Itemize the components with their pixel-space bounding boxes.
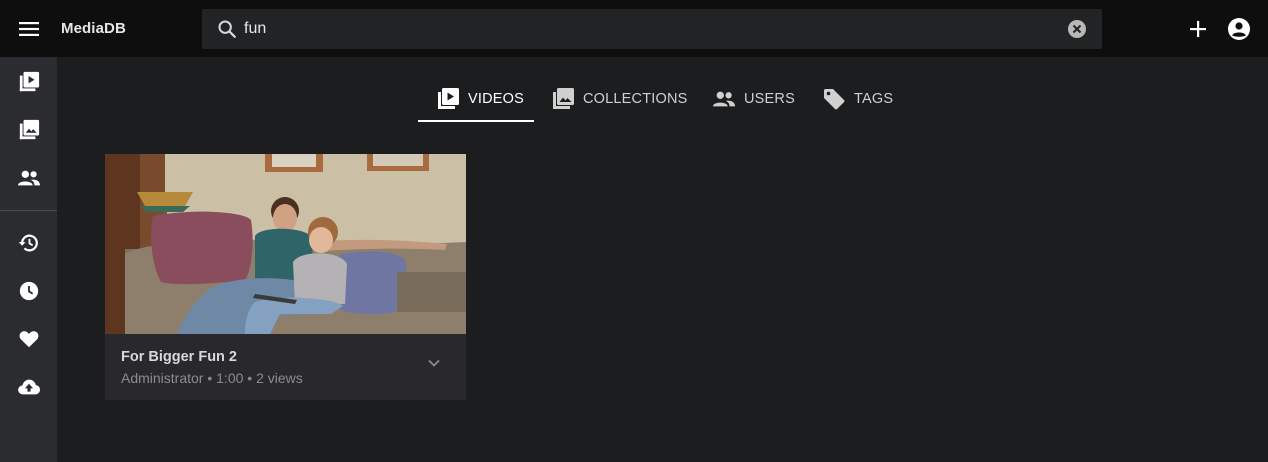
video-library-icon (438, 88, 459, 109)
watch-later-icon (19, 281, 38, 301)
sidebar-item-history[interactable] (0, 223, 57, 263)
clear-search-icon[interactable] (1067, 19, 1087, 39)
chevron-down-icon[interactable] (423, 352, 445, 374)
app-title[interactable]: MediaDB (61, 20, 126, 37)
video-library-icon (19, 71, 39, 92)
tab-label: VIDEOS (468, 91, 524, 107)
account-icon[interactable] (1226, 16, 1252, 42)
tab-users[interactable]: USERS (712, 76, 795, 122)
tab-label: COLLECTIONS (583, 91, 688, 107)
sidebar (0, 57, 57, 462)
collections-icon (553, 88, 574, 109)
top-app-bar: MediaDB (0, 0, 1268, 57)
sidebar-item-collections[interactable] (0, 110, 57, 150)
tab-label: TAGS (854, 91, 894, 107)
search-icon (218, 20, 236, 38)
sidebar-item-favorites[interactable] (0, 319, 57, 359)
video-card[interactable]: For Bigger Fun 2 Administrator • 1:00 • … (105, 154, 466, 400)
add-icon[interactable] (1185, 16, 1211, 42)
menu-icon[interactable] (14, 14, 44, 44)
tab-tags[interactable]: TAGS (822, 76, 893, 122)
sidebar-item-users[interactable] (0, 158, 57, 198)
tab-collections[interactable]: COLLECTIONS (551, 76, 688, 122)
sidebar-item-upload[interactable] (0, 367, 57, 407)
tab-label: USERS (744, 91, 795, 107)
tag-icon (824, 89, 845, 110)
search-input[interactable] (244, 9, 1044, 49)
video-thumbnail[interactable] (105, 154, 466, 334)
tab-videos[interactable]: VIDEOS (436, 76, 524, 122)
video-meta: Administrator • 1:00 • 2 views (121, 370, 303, 386)
upload-icon (17, 379, 40, 395)
sidebar-item-watch-later[interactable] (0, 271, 57, 311)
sidebar-item-videos[interactable] (0, 62, 57, 102)
collections-icon (19, 119, 39, 140)
users-icon (712, 91, 736, 107)
search-bar (202, 9, 1102, 49)
sidebar-divider (0, 210, 57, 211)
history-icon (18, 234, 38, 252)
active-tab-indicator (418, 120, 534, 122)
favorite-icon (19, 331, 38, 348)
users-icon (17, 170, 40, 186)
video-title[interactable]: For Bigger Fun 2 (121, 349, 237, 365)
